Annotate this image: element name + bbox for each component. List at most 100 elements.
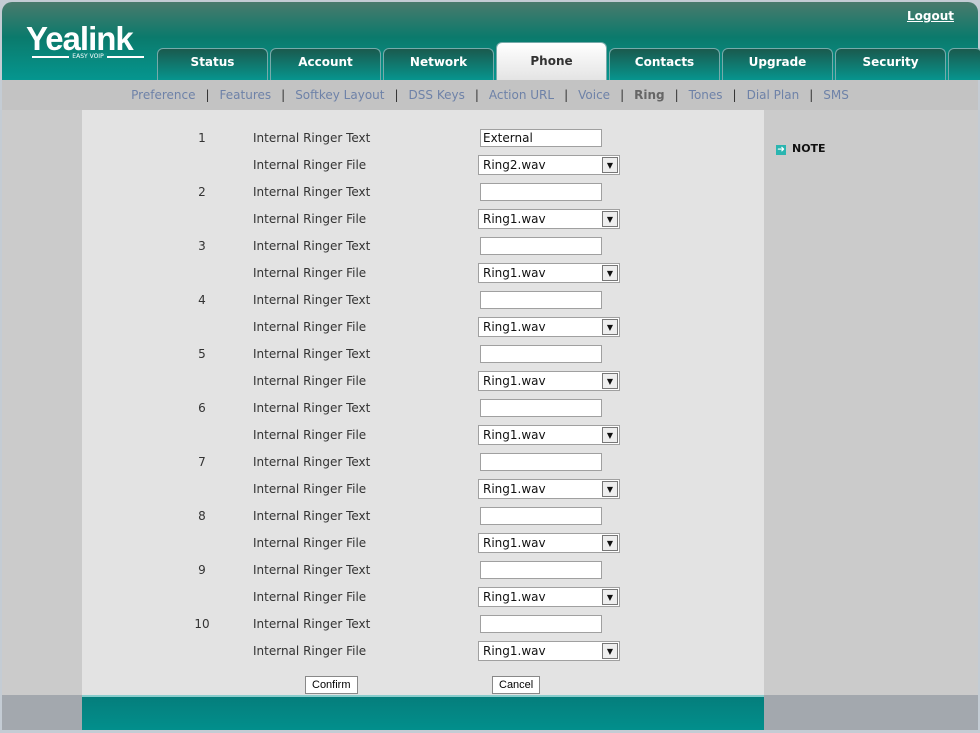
ringer-index: 7 bbox=[198, 455, 206, 469]
ringer-file-label: Internal Ringer File bbox=[253, 590, 367, 604]
tab-phone[interactable]: Phone bbox=[496, 42, 607, 80]
chevron-down-icon[interactable]: ▼ bbox=[602, 589, 618, 605]
tab-network[interactable]: Network bbox=[383, 48, 494, 80]
ringer-file-label: Internal Ringer File bbox=[253, 374, 367, 388]
arrow-right-icon: ➜ bbox=[776, 145, 786, 155]
ringer-file-label: Internal Ringer File bbox=[253, 266, 367, 280]
ringer-text-input[interactable] bbox=[480, 453, 602, 471]
ringer-file-value: Ring1.wav bbox=[483, 428, 546, 442]
ringer-text-input[interactable] bbox=[480, 345, 602, 363]
ringer-file-row: Internal Ringer File Ring1.wav ▼ bbox=[82, 638, 764, 665]
ringer-text-input[interactable] bbox=[480, 291, 602, 309]
chevron-down-icon[interactable]: ▼ bbox=[602, 319, 618, 335]
ringer-text-label: Internal Ringer Text bbox=[253, 293, 371, 307]
ringer-file-value: Ring1.wav bbox=[483, 374, 546, 388]
ringer-index: 3 bbox=[198, 239, 206, 253]
chevron-down-icon[interactable]: ▼ bbox=[602, 535, 618, 551]
subnav-action-url[interactable]: Action URL bbox=[489, 88, 554, 102]
chevron-down-icon[interactable]: ▼ bbox=[602, 643, 618, 659]
subnav-sms[interactable]: SMS bbox=[823, 88, 849, 102]
ringer-file-select[interactable]: Ring1.wav ▼ bbox=[478, 587, 620, 607]
chevron-down-icon[interactable]: ▼ bbox=[602, 481, 618, 497]
subnav-voice[interactable]: Voice bbox=[578, 88, 610, 102]
ringer-file-row: Internal Ringer File Ring1.wav ▼ bbox=[82, 314, 764, 341]
subnav-softkey-layout[interactable]: Softkey Layout bbox=[295, 88, 384, 102]
ringer-file-value: Ring1.wav bbox=[483, 482, 546, 496]
ringer-file-value: Ring1.wav bbox=[483, 644, 546, 658]
ringer-file-row: Internal Ringer File Ring1.wav ▼ bbox=[82, 422, 764, 449]
subnav-preference[interactable]: Preference bbox=[131, 88, 195, 102]
ringer-text-row: 3 Internal Ringer Text bbox=[82, 233, 764, 260]
ringer-text-input[interactable] bbox=[480, 237, 602, 255]
ringer-text-input[interactable]: External bbox=[480, 129, 602, 147]
ringer-file-select[interactable]: Ring1.wav ▼ bbox=[478, 209, 620, 229]
chevron-down-icon[interactable]: ▼ bbox=[602, 427, 618, 443]
ringer-file-row: Internal Ringer File Ring1.wav ▼ bbox=[82, 260, 764, 287]
ringer-text-label: Internal Ringer Text bbox=[253, 563, 371, 577]
ringer-file-value: Ring1.wav bbox=[483, 536, 546, 550]
ringer-file-select[interactable]: Ring1.wav ▼ bbox=[478, 425, 620, 445]
separator: | bbox=[809, 88, 814, 102]
note-panel: ➜ NOTE bbox=[764, 110, 978, 695]
ringer-text-label: Internal Ringer Text bbox=[253, 455, 371, 469]
separator: | bbox=[674, 88, 679, 102]
subnav-dss-keys[interactable]: DSS Keys bbox=[409, 88, 465, 102]
tab-contacts[interactable]: Contacts bbox=[609, 48, 720, 80]
subnav-tones[interactable]: Tones bbox=[689, 88, 723, 102]
chevron-down-icon[interactable]: ▼ bbox=[602, 211, 618, 227]
separator: | bbox=[205, 88, 210, 102]
ringer-file-select[interactable]: Ring1.wav ▼ bbox=[478, 479, 620, 499]
ringer-index: 1 bbox=[198, 131, 206, 145]
ringer-text-row: 2 Internal Ringer Text bbox=[82, 179, 764, 206]
ringer-text-label: Internal Ringer Text bbox=[253, 509, 371, 523]
ringer-file-row: Internal Ringer File Ring1.wav ▼ bbox=[82, 206, 764, 233]
note-heading: ➜ NOTE bbox=[776, 142, 826, 155]
ringer-text-row: 7 Internal Ringer Text bbox=[82, 449, 764, 476]
chevron-down-icon[interactable]: ▼ bbox=[602, 157, 618, 173]
ringer-file-select[interactable]: Ring1.wav ▼ bbox=[478, 317, 620, 337]
logout-link[interactable]: Logout bbox=[907, 9, 954, 23]
confirm-button[interactable]: Confirm bbox=[305, 676, 358, 694]
ringer-index: 4 bbox=[198, 293, 206, 307]
footer-left bbox=[2, 695, 82, 730]
ringer-file-value: Ring1.wav bbox=[483, 320, 546, 334]
subnav-ring[interactable]: Ring bbox=[634, 88, 665, 102]
chevron-down-icon[interactable]: ▼ bbox=[602, 265, 618, 281]
ringer-file-label: Internal Ringer File bbox=[253, 158, 367, 172]
ringer-file-row: Internal Ringer File Ring2.wav ▼ bbox=[82, 152, 764, 179]
tab-account[interactable]: Account bbox=[270, 48, 381, 80]
ringer-text-row: 9 Internal Ringer Text bbox=[82, 557, 764, 584]
ringer-file-select[interactable]: Ring1.wav ▼ bbox=[478, 533, 620, 553]
subnav-dial-plan[interactable]: Dial Plan bbox=[747, 88, 800, 102]
ringer-text-input[interactable] bbox=[480, 561, 602, 579]
ringer-file-select[interactable]: Ring1.wav ▼ bbox=[478, 641, 620, 661]
ringer-text-input[interactable] bbox=[480, 399, 602, 417]
ringer-file-select[interactable]: Ring2.wav ▼ bbox=[478, 155, 620, 175]
ringer-text-row: 1 Internal Ringer Text External bbox=[82, 125, 764, 152]
ringer-index: 2 bbox=[198, 185, 206, 199]
tab-security[interactable]: Security bbox=[835, 48, 946, 80]
ringer-file-row: Internal Ringer File Ring1.wav ▼ bbox=[82, 476, 764, 503]
tab-upgrade[interactable]: Upgrade bbox=[722, 48, 833, 80]
ringer-text-input[interactable] bbox=[480, 183, 602, 201]
ringer-text-label: Internal Ringer Text bbox=[253, 239, 371, 253]
ringer-file-select[interactable]: Ring1.wav ▼ bbox=[478, 371, 620, 391]
ringer-file-select[interactable]: Ring1.wav ▼ bbox=[478, 263, 620, 283]
ringer-text-input[interactable] bbox=[480, 615, 602, 633]
chevron-down-icon[interactable]: ▼ bbox=[602, 373, 618, 389]
ringer-file-label: Internal Ringer File bbox=[253, 536, 367, 550]
ringer-text-label: Internal Ringer Text bbox=[253, 347, 371, 361]
ringer-index: 9 bbox=[198, 563, 206, 577]
separator: | bbox=[474, 88, 479, 102]
tab-status[interactable]: Status bbox=[157, 48, 268, 80]
ringer-file-label: Internal Ringer File bbox=[253, 320, 367, 334]
ringer-file-label: Internal Ringer File bbox=[253, 212, 367, 226]
subnav-features[interactable]: Features bbox=[220, 88, 272, 102]
ringer-text-row: 5 Internal Ringer Text bbox=[82, 341, 764, 368]
ring-settings-form: Confirm Cancel 1 Internal Ringer Text Exte… bbox=[82, 110, 764, 695]
ringer-text-input[interactable] bbox=[480, 507, 602, 525]
ringer-file-value: Ring2.wav bbox=[483, 158, 546, 172]
ringer-file-value: Ring1.wav bbox=[483, 212, 546, 226]
ringer-file-value: Ring1.wav bbox=[483, 266, 546, 280]
cancel-button[interactable]: Cancel bbox=[492, 676, 541, 694]
